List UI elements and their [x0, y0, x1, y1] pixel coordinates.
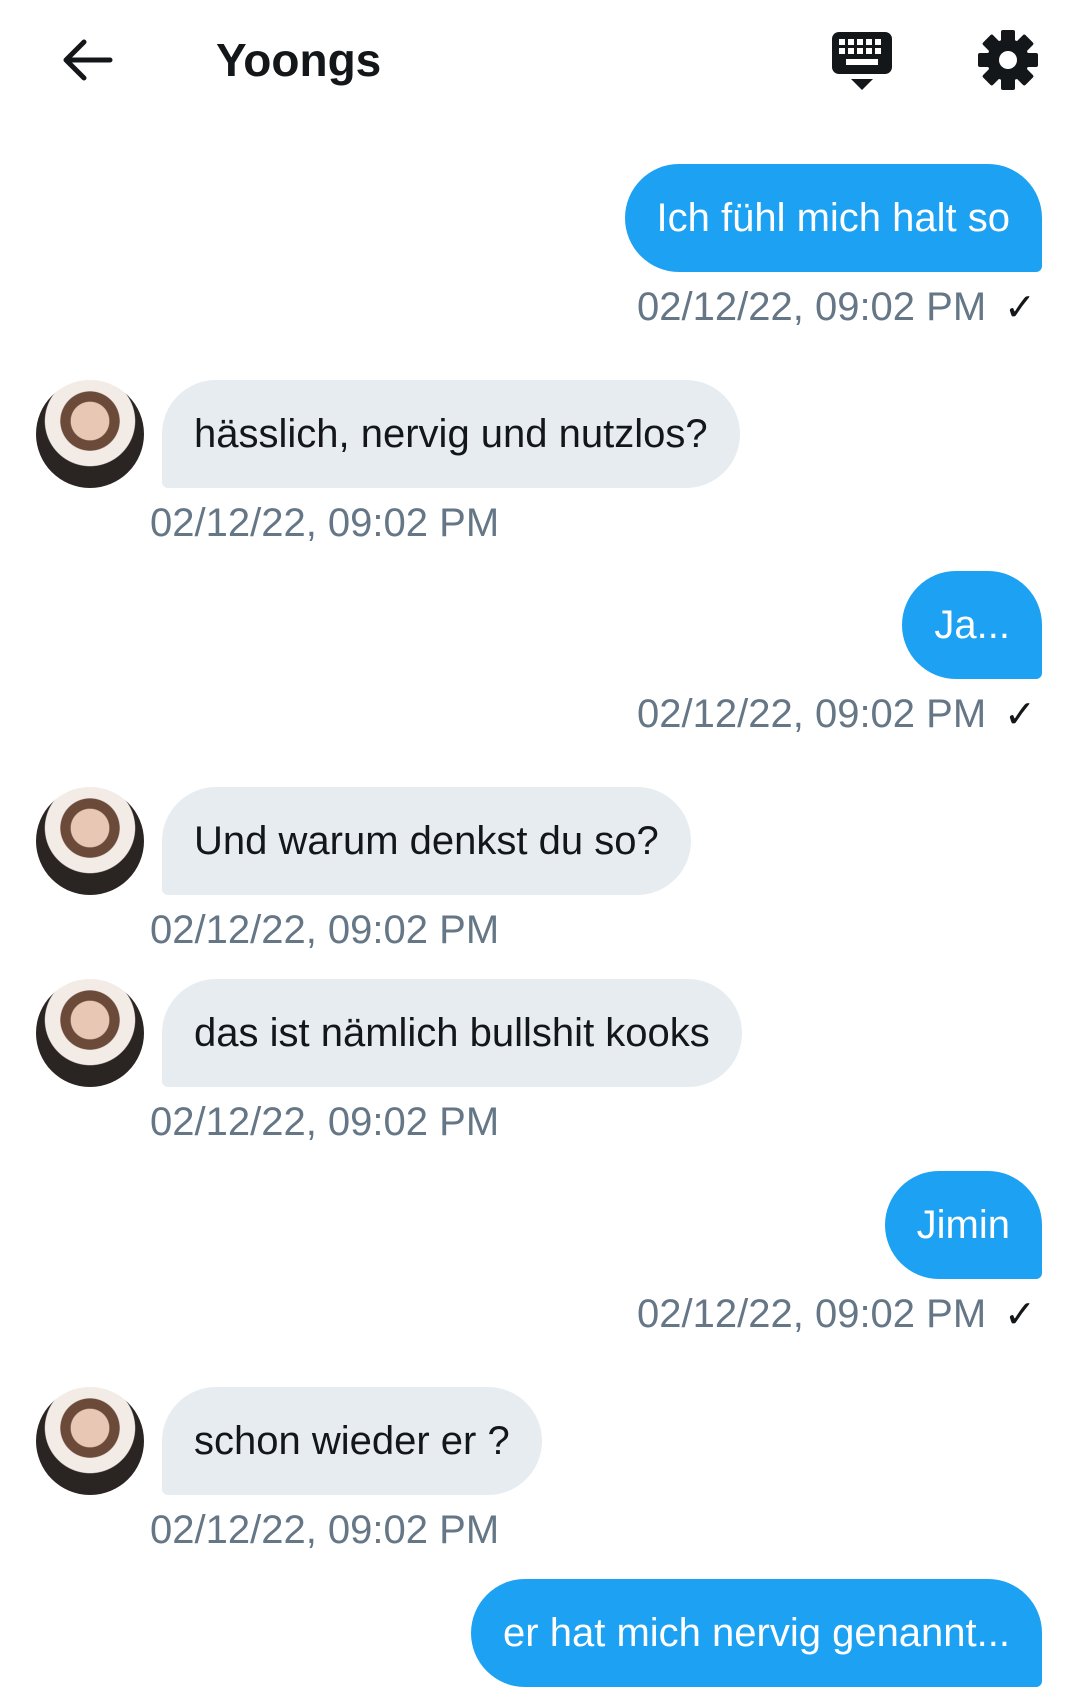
message-bubble-outgoing[interactable]: Ich fühl mich halt so — [624, 164, 1042, 272]
keyboard-toggle-button[interactable] — [826, 24, 898, 96]
chat-header: Yoongs — [0, 0, 1080, 120]
timestamp-text: 02/12/22, 09:02 PM — [637, 285, 987, 329]
settings-button[interactable] — [972, 24, 1044, 96]
avatar[interactable] — [36, 979, 144, 1087]
message-timestamp: 02/12/22, 09:02 PM ✓ — [637, 282, 1036, 333]
avatar[interactable] — [36, 380, 144, 488]
message-bubble-incoming[interactable]: schon wieder er ? — [162, 1387, 542, 1495]
read-check-icon: ✓ — [1004, 694, 1036, 736]
message-bubble-incoming[interactable]: das ist nämlich bullshit kooks — [162, 979, 742, 1087]
message-timestamp: 02/12/22, 09:02 PM ✓ — [637, 689, 1036, 740]
avatar[interactable] — [36, 1387, 144, 1495]
message-bubble-outgoing[interactable]: er hat mich nervig genannt... — [471, 1579, 1042, 1687]
message-bubble-outgoing[interactable]: Ja... — [902, 571, 1042, 679]
message-timestamp: 02/12/22, 09:02 PM — [150, 1100, 500, 1144]
keyboard-hide-icon — [832, 32, 892, 90]
read-check-icon: ✓ — [1004, 287, 1036, 329]
arrow-left-icon — [63, 39, 113, 81]
message-bubble-incoming[interactable]: hässlich, nervig und nutzlos? — [162, 380, 740, 488]
avatar[interactable] — [36, 787, 144, 895]
message-bubble-incoming[interactable]: Und warum denkst du so? — [162, 787, 691, 895]
message-timestamp: 02/12/22, 09:02 PM — [150, 908, 500, 952]
message-timestamp: 02/12/22, 09:02 PM ✓ — [637, 1289, 1036, 1340]
back-button[interactable] — [50, 28, 122, 92]
conversation-title: Yoongs — [216, 34, 382, 86]
read-check-icon: ✓ — [1004, 1294, 1036, 1336]
message-bubble-outgoing[interactable]: Jimin — [884, 1171, 1042, 1279]
timestamp-text: 02/12/22, 09:02 PM — [637, 1292, 987, 1336]
gear-icon — [978, 30, 1038, 90]
message-timestamp: 02/12/22, 09:02 PM — [150, 1508, 500, 1552]
timestamp-text: 02/12/22, 09:02 PM — [637, 692, 987, 736]
message-timestamp: 02/12/22, 09:02 PM — [150, 501, 500, 545]
